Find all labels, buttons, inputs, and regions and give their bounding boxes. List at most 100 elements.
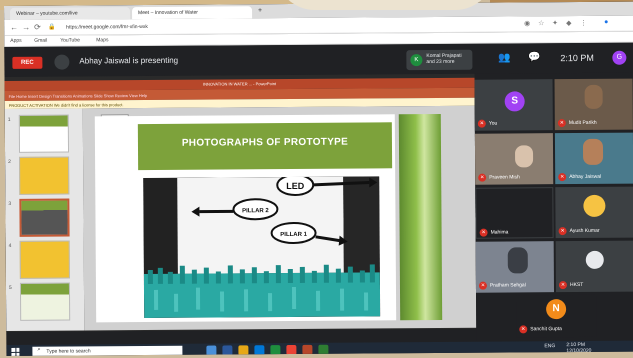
slide-thumbnail[interactable] <box>19 240 70 279</box>
avatar[interactable]: G <box>612 50 627 65</box>
extension-icon[interactable]: ✦ <box>552 19 558 27</box>
slide-thumbnail[interactable] <box>19 156 70 195</box>
presenting-status: Abhay Jaiswal is presenting <box>79 55 179 66</box>
slide-thumbnail[interactable] <box>18 114 70 153</box>
photo-label-led: LED <box>286 181 305 191</box>
search-icon: ⌕ <box>37 346 41 353</box>
slide-title-banner: PHOTOGRAPHS OF PROTOTYPE <box>137 122 393 171</box>
app-icon[interactable] <box>270 345 281 356</box>
current-slide[interactable]: PHOTOGRAPHS OF PROTOTYPE LED PILLAR 2 PI… <box>94 114 397 323</box>
forward-arrow-icon[interactable]: → <box>22 23 30 32</box>
back-arrow-icon[interactable]: ← <box>10 23 18 32</box>
avatar <box>582 138 604 165</box>
thumb-number: 1 <box>7 116 11 123</box>
camera-icon[interactable]: ◉ <box>524 19 530 27</box>
store-icon[interactable] <box>254 345 265 356</box>
new-tab-button[interactable]: + <box>256 6 268 18</box>
participant-name: Ayush Kumar <box>569 227 600 235</box>
thumb-number: 3 <box>8 200 12 207</box>
task-view-icon[interactable] <box>206 345 217 356</box>
recording-badge: REC <box>12 56 43 69</box>
mic-off-icon: ✕ <box>519 325 528 334</box>
slide-thumbnail[interactable] <box>19 282 71 321</box>
url-field[interactable]: https://meet.google.com/fmr-xfin-wxk <box>62 20 442 33</box>
avatar <box>584 84 603 109</box>
bookmark-item[interactable]: YouTube <box>60 37 80 43</box>
people-icon[interactable]: 👥 <box>498 52 511 63</box>
photo-label-pillar-1: PILLAR 1 <box>280 232 307 238</box>
participant-name: Mahima <box>490 229 509 236</box>
slide-thumbnail-selected[interactable] <box>19 198 70 237</box>
pinned-name-line: and 23 more <box>426 58 455 66</box>
chat-icon[interactable]: 💬 <box>528 52 541 63</box>
photo-label-pillar-2: PILLAR 2 <box>242 208 269 214</box>
photo-frame: Webinar – youtube.com/live Meet – Innova… <box>0 0 633 358</box>
thumb-number: 5 <box>8 284 12 291</box>
avatar <box>583 194 606 217</box>
participant-name: Praveen Mish <box>489 174 520 181</box>
participant-tile[interactable]: ✕ Mudit Parikh <box>554 78 633 131</box>
participant-tile[interactable]: ✕ Praveen Mish <box>474 133 554 185</box>
avatar: S <box>504 91 525 112</box>
meet-clock: 2:10 PM <box>560 52 594 64</box>
bookmark-item[interactable]: Maps <box>96 37 108 43</box>
thumb-number: 2 <box>8 158 11 165</box>
file-explorer-icon[interactable] <box>238 345 249 356</box>
participant-tile[interactable]: ✕ Ayush Kumar <box>555 186 633 239</box>
menu-icon[interactable]: ⋮ <box>580 19 587 27</box>
participant-tile[interactable]: ✕ Abhay Jaiswal <box>554 132 633 185</box>
tray-language[interactable]: ENG <box>544 343 555 349</box>
participant-name: HKST <box>569 281 584 289</box>
participants-grid: S ✕ You ✕ Mudit Parikh ✕ Praveen Mish ✕ … <box>474 72 633 342</box>
participant-tile[interactable]: N ✕ Sanchit Gupta <box>516 294 597 338</box>
mic-off-icon: ✕ <box>558 227 567 236</box>
slide-thumbnail-pane: 1 2 3 4 5 <box>4 108 85 331</box>
tray-date: 12/10/2020 <box>566 347 592 355</box>
powerpoint-icon[interactable] <box>302 344 313 355</box>
mic-off-icon: ✕ <box>478 173 487 182</box>
pinned-participant-chip[interactable]: K Komal Prajapati and 23 more <box>406 49 473 71</box>
bookmark-item[interactable]: Gmail <box>34 38 47 44</box>
avatar: K <box>410 54 423 67</box>
windows-start-icon[interactable] <box>11 347 20 356</box>
participant-name: Mudit Parikh <box>568 119 597 127</box>
presentation-view: INNOVATION IN WATER ... - PowerPoint Fil… <box>4 73 477 332</box>
meet-top-bar: REC Abhay Jaiswal is presenting K Komal … <box>4 42 633 77</box>
participant-name: Abhay Jaiswal <box>569 173 602 181</box>
slide-canvas: PHOTOGRAPHS OF PROTOTYPE LED PILLAR 2 PI… <box>82 105 477 331</box>
pinned-participant-name: Komal Prajapati and 23 more <box>426 53 472 65</box>
avatar: N <box>546 299 567 320</box>
edge-icon[interactable] <box>222 345 233 356</box>
background-decor <box>275 0 495 10</box>
excel-icon[interactable] <box>318 344 329 355</box>
presenter-avatar <box>54 54 70 70</box>
tray-clock[interactable]: 2:10 PM 12/10/2020 <box>566 342 591 354</box>
lock-icon: 🔒 <box>48 24 56 31</box>
browser-tab[interactable]: Webinar – youtube.com/live <box>10 7 131 20</box>
taskbar-search-input[interactable]: Type here to search <box>32 345 183 356</box>
monitor-screen: Webinar – youtube.com/live Meet – Innova… <box>4 1 633 356</box>
reload-icon[interactable]: ⟳ <box>34 23 41 32</box>
mic-off-icon: ✕ <box>479 228 488 237</box>
participant-name: Sanchit Gupta <box>530 326 562 333</box>
bookmark-item[interactable]: Apps <box>10 38 21 44</box>
mic-off-icon: ✕ <box>478 281 487 290</box>
windows-taskbar: Type here to search ⌕ ENG 2:10 PM 12/10/… <box>6 340 633 356</box>
extension-icon[interactable]: ◆ <box>566 19 571 27</box>
prototype-photo: LED PILLAR 2 PILLAR 1 <box>143 176 381 319</box>
avatar <box>585 250 604 269</box>
star-icon[interactable]: ☆ <box>538 19 544 27</box>
participant-tile[interactable]: ✕ Mahima <box>475 187 554 239</box>
participant-name: You <box>488 120 498 127</box>
mic-off-icon: ✕ <box>558 173 567 182</box>
thumb-number: 4 <box>8 242 12 249</box>
participant-tile[interactable]: ✕ Pratham Sehgal <box>475 241 555 293</box>
prototype-photo-drawing: LED PILLAR 2 PILLAR 1 <box>143 176 381 319</box>
participant-tile[interactable]: ✕ HKST <box>555 240 633 293</box>
avatar <box>514 145 534 168</box>
participant-tile[interactable]: S ✕ You <box>474 79 553 131</box>
profile-icon[interactable]: ● <box>604 19 608 26</box>
chrome-icon[interactable] <box>286 344 297 356</box>
browser-tab-active[interactable]: Meet – Innovation of Water <box>132 6 253 20</box>
mic-off-icon: ✕ <box>477 119 486 128</box>
